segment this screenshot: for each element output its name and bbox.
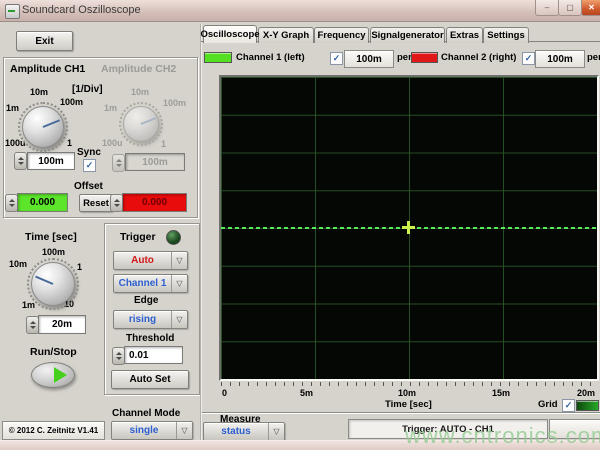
play-icon [54, 367, 67, 383]
offset-ch1-field[interactable]: 0.000 [17, 193, 68, 212]
ch2-knob-label-1m: 1m [104, 103, 117, 113]
channel2-checkbox[interactable]: ✓ [522, 52, 535, 65]
dropdown-arrow-icon: ▽ [268, 423, 284, 440]
per-div-unit-label: [1/Div] [72, 84, 103, 95]
check-icon: ✓ [565, 401, 573, 410]
exit-button[interactable]: Exit [16, 31, 73, 51]
x-tick-15m: 15m [492, 388, 510, 398]
check-icon: ✓ [525, 54, 533, 63]
tab-settings[interactable]: Settings [483, 27, 529, 43]
grid-label: Grid [538, 399, 558, 410]
threshold-field[interactable]: 0.01 [124, 346, 183, 364]
close-button[interactable]: ✕ [581, 0, 600, 16]
ch1-amplitude-spinner[interactable] [14, 152, 27, 170]
x-tick-5m: 5m [300, 388, 313, 398]
channel2-color-swatch [411, 52, 438, 63]
ch1-knob-label-10m: 10m [30, 87, 48, 97]
x-tick-0: 0 [222, 388, 227, 398]
x-tick-10m: 10m [398, 388, 416, 398]
channel1-color-swatch [204, 52, 232, 63]
run-stop-label: Run/Stop [30, 346, 77, 358]
watermark: www.cntronics.com [405, 423, 600, 449]
ch1-knob-label-100m: 100m [60, 97, 83, 107]
offset-ch2-field[interactable]: 0.000 [122, 193, 187, 212]
measure-dropdown[interactable]: status ▽ [203, 422, 285, 441]
trigger-led [166, 230, 181, 245]
amplitude-ch1-knob[interactable] [22, 106, 64, 148]
time-title: Time [sec] [25, 231, 77, 243]
soundcard-oscilloscope-window: Soundcard Oszilloscope – ▢ ✕ Exit Amplit… [0, 0, 600, 450]
close-icon: ✕ [588, 3, 595, 12]
ch2-knob-label-100m: 100m [163, 98, 186, 108]
channel2-per-div-label: per Div [587, 52, 600, 63]
check-icon: ✓ [86, 161, 94, 170]
tab-frequency[interactable]: Frequency [314, 27, 369, 43]
oscilloscope-display[interactable] [219, 75, 599, 381]
auto-set-button[interactable]: Auto Set [111, 370, 189, 389]
channel1-label: Channel 1 (left) [236, 52, 305, 63]
channel-mode-label: Channel Mode [112, 408, 180, 419]
ch2-amplitude-field: 100m [125, 153, 185, 171]
check-icon: ✓ [333, 54, 341, 63]
ch1-knob-label-1m: 1m [6, 103, 19, 113]
tab-xy-graph[interactable]: X-Y Graph [258, 27, 314, 43]
sync-checkbox[interactable]: ✓ [83, 159, 96, 172]
ch1-amplitude-field[interactable]: 100m [27, 152, 75, 170]
time-knob-label-1: 1 [77, 262, 82, 272]
amplitude-ch1-title: Amplitude CH1 [10, 63, 85, 75]
amplitude-ch2-knob [123, 106, 159, 142]
time-knob-label-100m: 100m [42, 247, 65, 257]
tab-extras[interactable]: Extras [446, 27, 483, 43]
tab-signalgenerator[interactable]: Signalgenerator [370, 27, 445, 43]
time-knob[interactable] [31, 262, 75, 306]
minimize-button[interactable]: – [535, 0, 559, 16]
dropdown-arrow-icon: ▽ [176, 422, 192, 439]
ch2-knob-label-1: 1 [161, 139, 166, 149]
dropdown-arrow-icon: ▽ [171, 275, 187, 292]
x-tick-20m: 20m [577, 388, 595, 398]
threshold-label: Threshold [126, 333, 174, 344]
channel2-label: Channel 2 (right) [441, 52, 516, 63]
channel1-checkbox[interactable]: ✓ [330, 52, 343, 65]
edge-label: Edge [134, 295, 158, 306]
time-field[interactable]: 20m [38, 315, 86, 334]
panel-divider [200, 24, 202, 440]
tab-oscilloscope[interactable]: Oscilloscope [203, 25, 257, 43]
dropdown-arrow-icon: ▽ [171, 252, 187, 269]
trigger-source-dropdown[interactable]: Channel 1 ▽ [113, 274, 188, 293]
ch2-knob-label-100u: 100u [102, 138, 123, 148]
ch1-knob-label-1: 1 [67, 138, 72, 148]
ch2-amplitude-spinner [112, 154, 125, 172]
time-knob-label-10m: 10m [9, 259, 27, 269]
window-title: Soundcard Oszilloscope [22, 4, 141, 16]
minimize-icon: – [545, 3, 549, 12]
ch2-knob-label-10m: 10m [131, 87, 149, 97]
plot-grid [221, 77, 597, 379]
cursor-crosshair[interactable] [402, 221, 415, 234]
channel-mode-dropdown[interactable]: single ▽ [111, 421, 193, 440]
channel1-per-div-field[interactable]: 100m [344, 50, 394, 68]
grid-color-swatch [576, 400, 599, 411]
x-axis-label: Time [sec] [385, 399, 432, 410]
trigger-title: Trigger [120, 231, 156, 243]
channel2-per-div-field[interactable]: 100m [535, 50, 585, 68]
amplitude-ch2-title: Amplitude CH2 [101, 63, 176, 75]
dropdown-arrow-icon: ▽ [171, 311, 187, 328]
grid-checkbox[interactable]: ✓ [562, 399, 575, 412]
offset-label: Offset [74, 181, 103, 192]
offset-reset-button[interactable]: Reset [79, 194, 113, 212]
x-axis-minor-ticks [221, 382, 597, 386]
trigger-mode-dropdown[interactable]: Auto ▽ [113, 251, 188, 270]
bottom-separator [202, 412, 600, 414]
copyright-bar: © 2012 C. Zeitnitz V1.41 [2, 421, 105, 440]
title-bar: Soundcard Oszilloscope – ▢ ✕ [0, 0, 600, 22]
trigger-edge-dropdown[interactable]: rising ▽ [113, 310, 188, 329]
maximize-icon: ▢ [566, 3, 574, 12]
maximize-button[interactable]: ▢ [558, 0, 582, 16]
sync-label: Sync [77, 147, 101, 158]
app-icon [5, 4, 20, 19]
run-stop-button[interactable] [31, 362, 75, 388]
